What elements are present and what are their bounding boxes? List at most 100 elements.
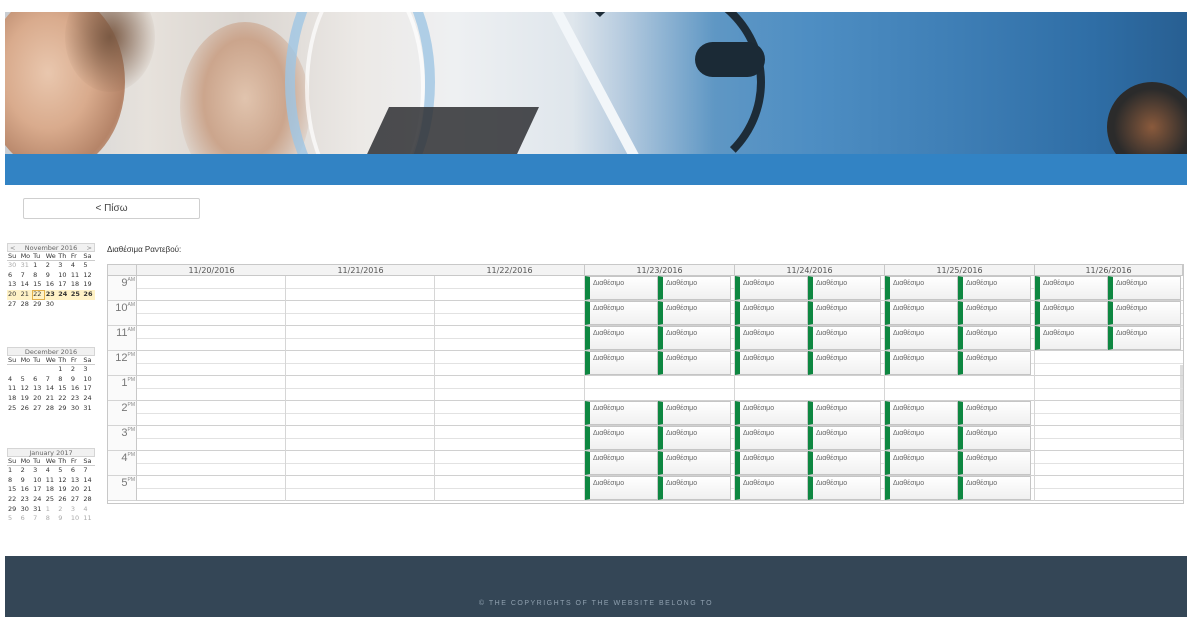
calendar-day[interactable]: 31 (82, 404, 95, 414)
calendar-day[interactable]: 2 (70, 365, 83, 375)
available-slot[interactable]: Διαθέσιμο (735, 426, 808, 450)
calendar-day[interactable]: 13 (70, 476, 83, 486)
available-slot[interactable]: Διαθέσιμο (958, 351, 1031, 375)
day-column-header[interactable]: 11/26/2016 (1035, 265, 1183, 276)
calendar-day[interactable]: 11 (82, 514, 95, 524)
calendar-day[interactable]: 15 (7, 485, 20, 495)
calendar-day[interactable]: 15 (32, 280, 45, 290)
available-slot[interactable]: Διαθέσιμο (808, 476, 881, 500)
calendar-day[interactable]: 17 (82, 384, 95, 394)
available-slot[interactable]: Διαθέσιμο (808, 426, 881, 450)
calendar-day[interactable]: 25 (45, 495, 58, 505)
calendar-day[interactable]: 11 (45, 476, 58, 486)
calendar-day[interactable]: 8 (7, 476, 20, 486)
calendar-day[interactable]: 30 (7, 261, 20, 271)
calendar-day[interactable]: 9 (20, 476, 33, 486)
available-slot[interactable]: Διαθέσιμο (658, 401, 731, 425)
calendar-day[interactable]: 30 (45, 300, 58, 310)
available-slot[interactable]: Διαθέσιμο (1035, 326, 1108, 350)
calendar-day[interactable]: 20 (7, 290, 20, 300)
calendar-day[interactable]: 2 (20, 466, 33, 476)
calendar-day[interactable]: 29 (57, 404, 70, 414)
day-column-header[interactable]: 11/20/2016 (137, 265, 287, 276)
calendar-day[interactable]: 3 (82, 365, 95, 375)
calendar-day[interactable]: 23 (70, 394, 83, 404)
available-slot[interactable]: Διαθέσιμο (958, 426, 1031, 450)
available-slot[interactable]: Διαθέσιμο (808, 451, 881, 475)
calendar-day[interactable]: 10 (70, 514, 83, 524)
available-slot[interactable]: Διαθέσιμο (885, 301, 958, 325)
calendar-day[interactable]: 22 (7, 495, 20, 505)
available-slot[interactable]: Διαθέσιμο (885, 476, 958, 500)
available-slot[interactable]: Διαθέσιμο (585, 326, 658, 350)
back-button[interactable]: < Πίσω (23, 198, 200, 219)
available-slot[interactable]: Διαθέσιμο (885, 326, 958, 350)
calendar-day[interactable]: 5 (57, 466, 70, 476)
calendar-day[interactable]: 27 (7, 300, 20, 310)
available-slot[interactable]: Διαθέσιμο (885, 451, 958, 475)
calendar-day[interactable]: 5 (82, 261, 95, 271)
calendar-day[interactable]: 27 (70, 495, 83, 505)
calendar-day[interactable]: 20 (32, 394, 45, 404)
available-slot[interactable]: Διαθέσιμο (585, 301, 658, 325)
day-column-header[interactable]: 11/25/2016 (885, 265, 1035, 276)
available-slot[interactable]: Διαθέσιμο (658, 426, 731, 450)
calendar-day[interactable]: 14 (20, 280, 33, 290)
calendar-day[interactable]: 6 (32, 375, 45, 385)
available-slot[interactable]: Διαθέσιμο (658, 276, 731, 300)
available-slot[interactable]: Διαθέσιμο (1108, 326, 1181, 350)
available-slot[interactable]: Διαθέσιμο (585, 401, 658, 425)
available-slot[interactable]: Διαθέσιμο (808, 301, 881, 325)
calendar-day[interactable]: 9 (57, 514, 70, 524)
calendar-day[interactable]: 2 (45, 261, 58, 271)
calendar-day[interactable]: 26 (57, 495, 70, 505)
available-slot[interactable]: Διαθέσιμο (585, 451, 658, 475)
calendar-day[interactable]: 16 (20, 485, 33, 495)
calendar-day[interactable]: 18 (45, 485, 58, 495)
calendar-day[interactable]: 1 (32, 261, 45, 271)
calendar-day[interactable]: 6 (70, 466, 83, 476)
calendar-day[interactable]: 28 (45, 404, 58, 414)
calendar-day[interactable]: 11 (70, 271, 83, 281)
calendar-day[interactable]: 9 (70, 375, 83, 385)
calendar-day[interactable]: 12 (82, 271, 95, 281)
available-slot[interactable]: Διαθέσιμο (958, 451, 1031, 475)
calendar-day[interactable]: 23 (20, 495, 33, 505)
prev-month-icon[interactable]: < (10, 244, 15, 252)
calendar-day[interactable]: 5 (20, 375, 33, 385)
calendar-day[interactable]: 17 (57, 280, 70, 290)
calendar-day[interactable]: 18 (70, 280, 83, 290)
calendar-day[interactable]: 1 (57, 365, 70, 375)
available-slot[interactable]: Διαθέσιμο (658, 451, 731, 475)
calendar-day[interactable]: 31 (20, 261, 33, 271)
calendar-day[interactable]: 7 (82, 466, 95, 476)
calendar-day[interactable]: 3 (32, 466, 45, 476)
calendar-day[interactable]: 8 (32, 271, 45, 281)
available-slot[interactable]: Διαθέσιμο (585, 426, 658, 450)
day-column-header[interactable]: 11/24/2016 (735, 265, 885, 276)
calendar-day[interactable]: 2 (57, 505, 70, 515)
available-slot[interactable]: Διαθέσιμο (735, 301, 808, 325)
calendar-day[interactable]: 27 (32, 404, 45, 414)
calendar-day[interactable]: 4 (82, 505, 95, 515)
available-slot[interactable]: Διαθέσιμο (958, 401, 1031, 425)
available-slot[interactable]: Διαθέσιμο (658, 301, 731, 325)
calendar-day[interactable]: 9 (45, 271, 58, 281)
calendar-day[interactable]: 6 (20, 514, 33, 524)
available-slot[interactable]: Διαθέσιμο (1035, 301, 1108, 325)
calendar-day[interactable]: 7 (45, 375, 58, 385)
calendar-day[interactable]: 11 (7, 384, 20, 394)
calendar-day[interactable]: 7 (20, 271, 33, 281)
calendar-day[interactable]: 21 (82, 485, 95, 495)
available-slot[interactable]: Διαθέσιμο (585, 351, 658, 375)
available-slot[interactable]: Διαθέσιμο (585, 276, 658, 300)
calendar-day[interactable]: 18 (7, 394, 20, 404)
calendar-day[interactable]: 10 (57, 271, 70, 281)
calendar-day[interactable]: 26 (82, 290, 95, 300)
calendar-day[interactable]: 1 (7, 466, 20, 476)
calendar-day[interactable]: 4 (70, 261, 83, 271)
available-slot[interactable]: Διαθέσιμο (885, 401, 958, 425)
calendar-day[interactable]: 19 (57, 485, 70, 495)
calendar-day[interactable]: 8 (45, 514, 58, 524)
calendar-day[interactable]: 13 (7, 280, 20, 290)
